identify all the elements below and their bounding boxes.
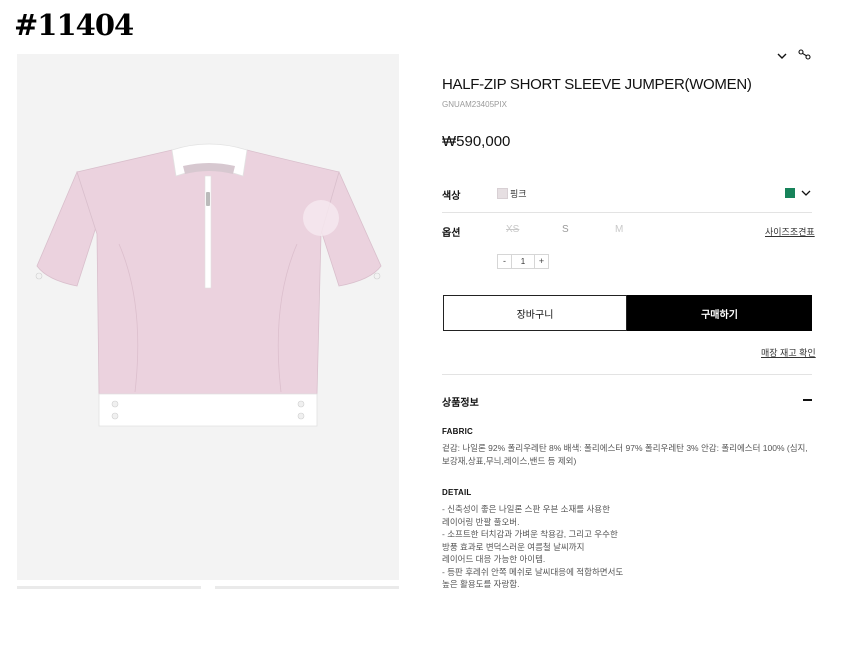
page-tag: #11404	[14, 8, 134, 42]
size-option-m[interactable]: M	[615, 224, 623, 235]
color-label: 색상	[442, 191, 461, 202]
detail-list: - 신축성이 좋은 나일론 스판 우븐 소재를 사용한 레이어링 반팔 풀오버.…	[442, 503, 812, 591]
collapse-minus-icon[interactable]	[803, 399, 812, 401]
buy-now-button[interactable]: 구매하기	[627, 295, 812, 331]
size-chart-link[interactable]: 사이즈조견표	[765, 225, 815, 238]
chevron-down-icon[interactable]	[775, 50, 789, 64]
share-icon[interactable]	[797, 48, 811, 62]
add-to-cart-button[interactable]: 장바구니	[443, 295, 627, 331]
thumbnail-1[interactable]	[17, 586, 201, 589]
color-swatch-green[interactable]	[785, 188, 795, 198]
quantity-stepper: - 1 +	[497, 254, 549, 269]
detail-line: 레이어링 반팔 풀오버.	[442, 516, 520, 527]
selected-color-swatch	[497, 188, 508, 199]
fabric-heading: FABRIC	[442, 427, 473, 436]
detail-line: - 신축성이 좋은 나일론 스판 우븐 소재를 사용한	[442, 504, 610, 514]
quantity-increase-button[interactable]: +	[534, 254, 549, 269]
thumbnail-2[interactable]	[215, 586, 399, 589]
detail-line: - 등판 후레쉬 안쪽 메쉬로 날씨대응에 적합하면서도	[442, 566, 624, 577]
product-image[interactable]	[17, 54, 399, 580]
option-label: 옵션	[442, 228, 461, 239]
buy-now-label: 구매하기	[701, 309, 738, 321]
store-stock-link[interactable]: 매장 재고 확인	[761, 346, 816, 359]
divider	[442, 212, 812, 213]
detail-line: 높은 활용도를 자랑함.	[442, 579, 520, 589]
quantity-decrease-button[interactable]: -	[497, 254, 512, 269]
jumper-illustration	[35, 143, 382, 427]
detail-line: 방풍 효과로 변덕스러운 여름철 날씨까지	[442, 541, 585, 552]
color-dropdown-chevron-icon[interactable]	[800, 186, 812, 204]
detail-line: 레이어드 대응 가능한 아이템.	[442, 554, 546, 564]
product-code: GNUAM23405PIX	[442, 100, 507, 109]
fabric-text: 겉감: 나일론 92% 폴리우레탄 8% 배색: 폴리에스터 97% 폴리우레탄…	[442, 443, 808, 466]
add-to-cart-label: 장바구니	[516, 309, 554, 321]
detail-line: - 소프트한 터치감과 가벼운 착용감, 그리고 우수한	[442, 529, 618, 539]
size-option-s[interactable]: S	[562, 224, 569, 235]
divider	[442, 374, 812, 375]
size-option-xs[interactable]: XS	[506, 224, 519, 235]
selected-color-name: 핑크	[510, 189, 527, 199]
product-price: ₩590,000	[442, 133, 511, 150]
product-title: HALF-ZIP SHORT SLEEVE JUMPER(WOMEN)	[442, 76, 752, 93]
detail-heading: DETAIL	[442, 488, 472, 497]
quantity-value[interactable]: 1	[512, 254, 534, 269]
product-info-heading: 상품정보	[442, 398, 479, 409]
thumbnail-strip	[17, 586, 399, 589]
